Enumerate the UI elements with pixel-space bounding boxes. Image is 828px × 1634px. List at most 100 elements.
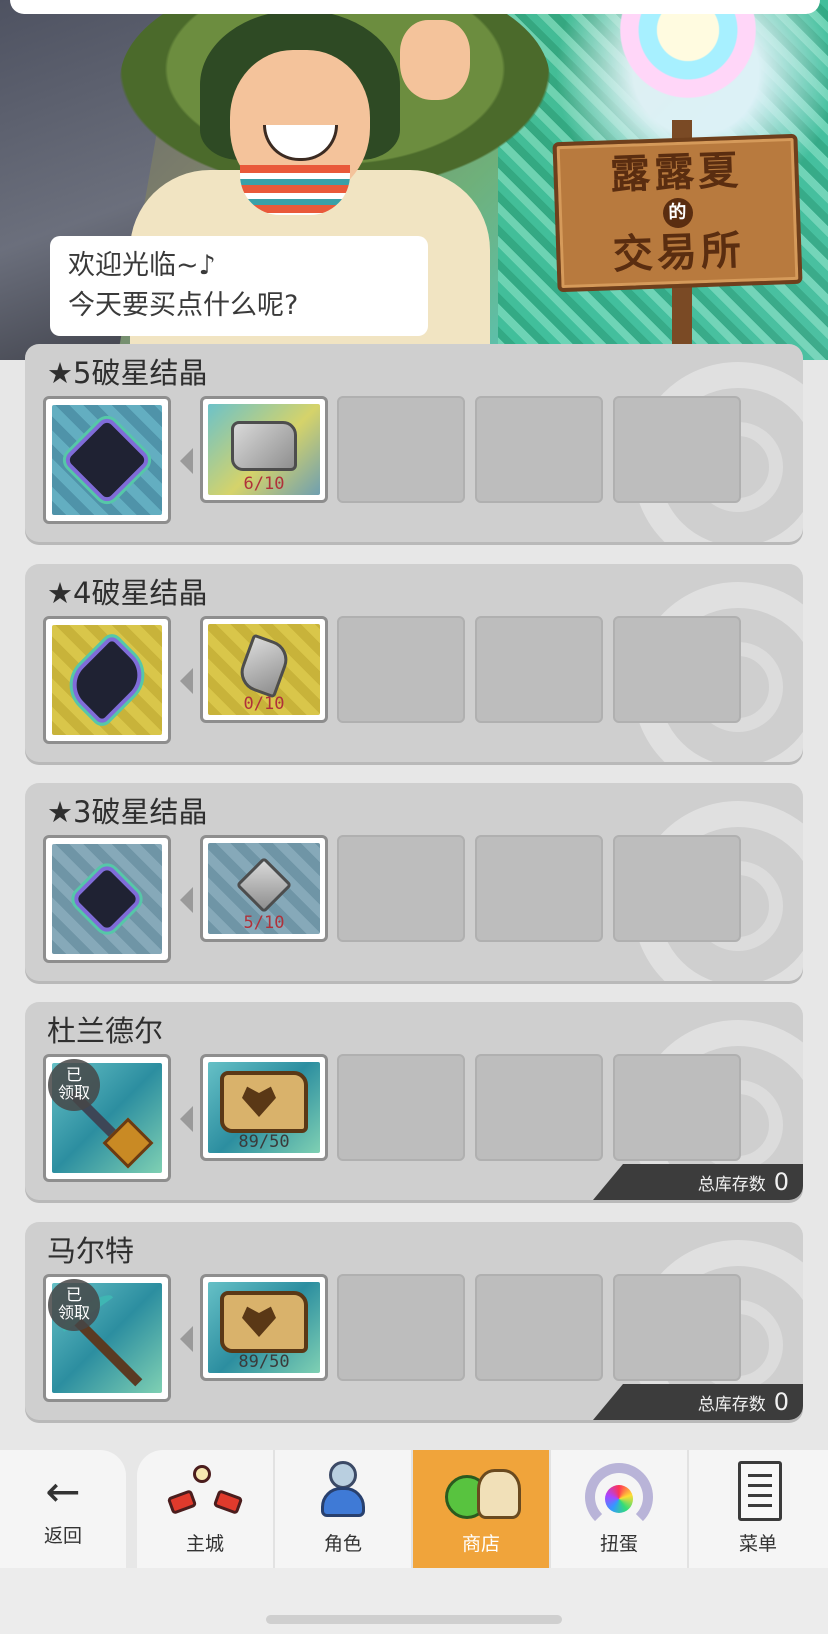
card-title: 马尔特: [47, 1234, 135, 1268]
back-label: 返回: [43, 1524, 82, 1547]
reward-item-slot[interactable]: [43, 616, 171, 744]
tab-shop[interactable]: 商店: [413, 1450, 551, 1568]
material-slot[interactable]: 6/10: [200, 396, 328, 503]
star5-crystal-icon: [52, 405, 162, 515]
empty-slot: [613, 396, 741, 503]
greeting-line1: 欢迎光临~♪: [68, 250, 216, 281]
stock-value: 0: [773, 1388, 789, 1416]
crystal-gem: [75, 867, 139, 931]
back-arrow-icon: ←: [45, 1466, 81, 1516]
empty-slot: [475, 1274, 603, 1381]
empty-slot: [613, 1054, 741, 1161]
empty-slot: [613, 616, 741, 723]
empty-slot: [337, 616, 465, 723]
ore-shard-icon: 0/10: [208, 624, 320, 715]
material-slot[interactable]: 5/10: [200, 835, 328, 942]
stock-indicator: 总库存数 0: [593, 1384, 803, 1420]
empty-slot: [475, 616, 603, 723]
star4-crystal-icon: [52, 625, 162, 735]
ore-gem-icon: 5/10: [208, 843, 320, 934]
empty-slot: [475, 835, 603, 942]
heart-scroll-icon: 89/50: [208, 1062, 320, 1153]
tab-label: 菜单: [738, 1533, 777, 1555]
card-title: ★5破星结晶: [47, 356, 208, 390]
tab-label: 角色: [323, 1533, 362, 1555]
exchange-card[interactable]: ★4破星结晶 0/10: [25, 564, 803, 762]
back-button[interactable]: ← 返回: [0, 1450, 126, 1568]
material-count: 5/10: [243, 913, 285, 933]
exchange-card[interactable]: 杜兰德尔 已 领取 89/50 总库存数 0: [25, 1002, 803, 1200]
stock-label: 总库存数: [697, 1174, 766, 1195]
shop-sign: 露露夏 的 交易所: [552, 133, 803, 293]
stock-indicator: 总库存数 0: [593, 1164, 803, 1200]
exchange-card[interactable]: ★5破星结晶 6/10: [25, 344, 803, 542]
gacha-icon: [579, 1459, 659, 1531]
empty-slot: [337, 835, 465, 942]
claimed-badge: 已 领取: [48, 1059, 100, 1111]
empty-slot: [613, 1274, 741, 1381]
material-slot[interactable]: 89/50: [200, 1054, 328, 1161]
nav-tabs: 主城 角色 商店 扭蛋 菜单: [137, 1450, 828, 1568]
ore-rock: [235, 856, 293, 914]
tab-menu[interactable]: 菜单: [689, 1450, 827, 1568]
ore-rock: [235, 633, 293, 699]
empty-slot: [613, 835, 741, 942]
tab-character[interactable]: 角色: [275, 1450, 413, 1568]
sign-title-line1: 露露夏: [609, 147, 743, 199]
character-icon: [303, 1459, 383, 1523]
claimed-badge: 已 领取: [48, 1279, 100, 1331]
material-count: 89/50: [238, 1132, 290, 1152]
top-bar: [10, 0, 820, 14]
exchange-arrow-icon: [180, 448, 193, 474]
exchange-arrow-icon: [180, 1106, 193, 1132]
ore-chunk-icon: 6/10: [208, 404, 320, 495]
exchange-arrow-icon: [180, 887, 193, 913]
scroll-paper: [220, 1071, 308, 1134]
ore-rock: [231, 420, 297, 471]
reward-item-slot[interactable]: 已 领取: [43, 1054, 171, 1182]
sign-title-line3: 交易所: [612, 227, 746, 279]
tab-label: 扭蛋: [599, 1533, 638, 1555]
material-slot[interactable]: 89/50: [200, 1274, 328, 1381]
empty-slot: [337, 1274, 465, 1381]
exchange-arrow-icon: [180, 668, 193, 694]
waving-hand-icon: [400, 20, 470, 100]
tab-label: 商店: [461, 1533, 500, 1555]
exchange-arrow-icon: [180, 1326, 193, 1352]
heart-icon: [242, 1086, 276, 1118]
main-city-icon: [165, 1459, 245, 1523]
tab-gacha[interactable]: 扭蛋: [551, 1450, 689, 1568]
reward-item-slot[interactable]: [43, 396, 171, 524]
heart-scroll-icon: 89/50: [208, 1282, 320, 1373]
crystal-gem: [67, 420, 147, 500]
exchange-card[interactable]: ★3破星结晶 5/10: [25, 783, 803, 981]
card-title: ★4破星结晶: [47, 576, 208, 610]
tab-label: 主城: [185, 1533, 224, 1555]
empty-slot: [337, 1054, 465, 1161]
card-title: 杜兰德尔: [47, 1014, 164, 1048]
shop-banner: 露露夏 的 交易所 欢迎光临~♪ 今天要买点什么呢?: [0, 0, 828, 360]
system-home-area: [0, 1568, 828, 1634]
stock-value: 0: [773, 1168, 789, 1196]
greeting-line2: 今天要买点什么呢?: [68, 290, 299, 321]
material-slot[interactable]: 0/10: [200, 616, 328, 723]
material-count: 0/10: [243, 694, 285, 714]
crystal-gem: [66, 639, 148, 721]
card-title: ★3破星结晶: [47, 795, 208, 829]
empty-slot: [337, 396, 465, 503]
exchange-card[interactable]: 马尔特 已 领取 89/50 总库存数 0: [25, 1222, 803, 1420]
heart-icon: [242, 1306, 276, 1338]
empty-slot: [475, 396, 603, 503]
sign-title-line2: 的: [661, 197, 694, 229]
tab-main-city[interactable]: 主城: [137, 1450, 275, 1568]
greeting-bubble: 欢迎光临~♪ 今天要买点什么呢?: [50, 236, 428, 336]
menu-icon: [718, 1459, 798, 1523]
reward-item-slot[interactable]: [43, 835, 171, 963]
reward-item-slot[interactable]: 已 领取: [43, 1274, 171, 1402]
shop-icon: [441, 1459, 521, 1523]
star3-crystal-icon: [52, 844, 162, 954]
material-count: 6/10: [243, 474, 285, 494]
home-indicator[interactable]: [266, 1615, 562, 1624]
stock-label: 总库存数: [697, 1394, 766, 1415]
scroll-paper: [220, 1291, 308, 1354]
